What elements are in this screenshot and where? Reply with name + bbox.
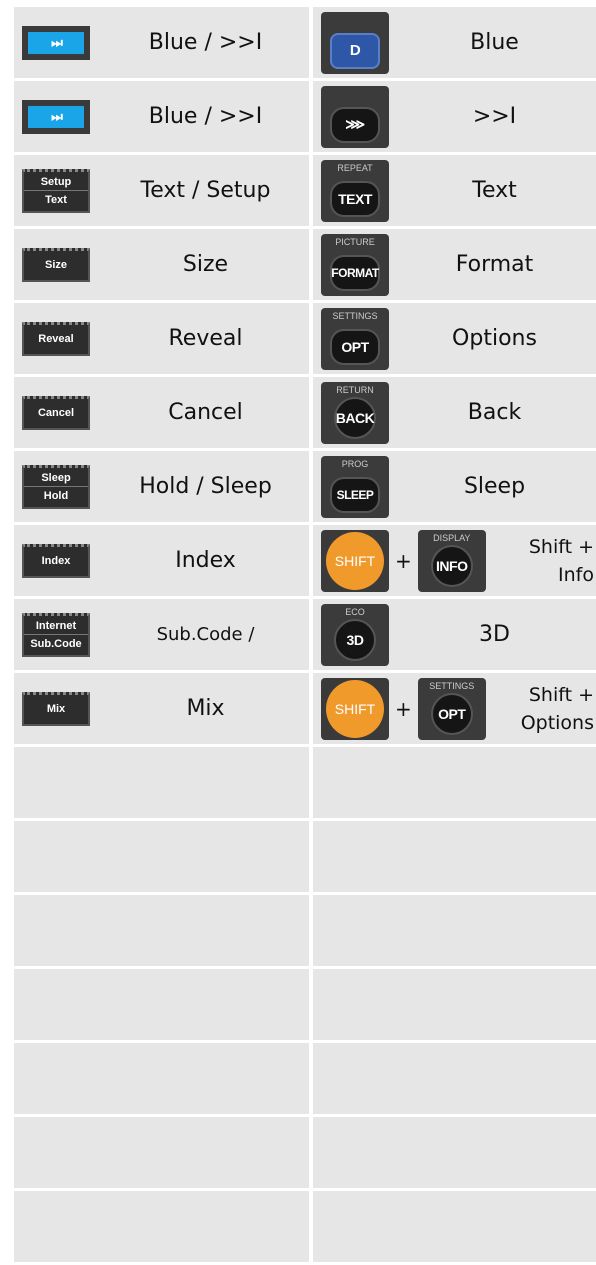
empty-table-row bbox=[14, 1191, 596, 1262]
old-key-label: Blue / >>I bbox=[148, 104, 263, 129]
mix-key-icon: Mix bbox=[22, 691, 90, 726]
empty-cell bbox=[313, 1191, 596, 1262]
internet-subcode-key-icon: Internet Sub.Code bbox=[22, 612, 90, 657]
new-remote-cell: SHIFT + SETTINGS OPT Shift + Options bbox=[313, 673, 596, 744]
reveal-key-icon: Reveal bbox=[22, 321, 90, 356]
format-key-icon: PICTURE FORMAT bbox=[321, 233, 389, 296]
old-key-label: Mix bbox=[186, 696, 225, 721]
options-key-icon: SETTINGS OPT bbox=[417, 677, 486, 740]
old-key-label: Size bbox=[182, 252, 229, 277]
empty-cell bbox=[14, 821, 309, 892]
table-row: Size Size PICTURE FORMAT Format bbox=[14, 229, 596, 300]
cancel-key-icon: Cancel bbox=[22, 395, 90, 430]
old-key-label: Blue / >>I bbox=[148, 30, 263, 55]
old-key-label: Text / Setup bbox=[140, 178, 271, 203]
table-row: ⏭ Blue / >>I ⋙ >>I bbox=[14, 81, 596, 152]
sleep-hold-key-icon: Sleep Hold bbox=[22, 464, 90, 509]
old-remote-cell: Sleep Hold Hold / Sleep bbox=[14, 451, 309, 522]
table-row: Internet Sub.Code Sub.Code / ECO 3D 3D bbox=[14, 599, 596, 670]
shift-key-icon: SHIFT bbox=[321, 677, 389, 740]
options-key-icon: SETTINGS OPT bbox=[321, 307, 389, 370]
new-key-label: Format bbox=[455, 252, 534, 277]
table-row: Setup Text Text / Setup REPEAT TEXT Text bbox=[14, 155, 596, 226]
old-remote-cell: ⏭ Blue / >>I bbox=[14, 81, 309, 152]
new-key-label: >>I bbox=[472, 104, 517, 129]
table-row: Index Index SHIFT + DISPLAY INFO Shift +… bbox=[14, 525, 596, 596]
next-track-blue-key-icon: ⏭ bbox=[22, 99, 90, 134]
empty-cell bbox=[313, 1117, 596, 1188]
old-key-label: Cancel bbox=[168, 400, 243, 425]
empty-cell bbox=[14, 747, 309, 818]
new-remote-cell: PROG SLEEP Sleep bbox=[313, 451, 596, 522]
empty-cell bbox=[313, 969, 596, 1040]
remote-key-mapping-table: ⏭ Blue / >>I D Blue ⏭ Blue / >>I ⋙ >>I S… bbox=[14, 7, 596, 1265]
new-remote-cell: RETURN BACK Back bbox=[313, 377, 596, 448]
empty-table-row bbox=[14, 969, 596, 1040]
blue-d-key-icon: D bbox=[321, 11, 389, 74]
3d-key-icon: ECO 3D bbox=[321, 603, 389, 666]
empty-cell bbox=[313, 747, 596, 818]
new-remote-cell: SHIFT + DISPLAY INFO Shift + Info bbox=[313, 525, 596, 596]
old-remote-cell: Size Size bbox=[14, 229, 309, 300]
skip-forward-key-icon: ⋙ bbox=[321, 85, 389, 148]
table-row: Reveal Reveal SETTINGS OPT Options bbox=[14, 303, 596, 374]
new-remote-cell: ECO 3D 3D bbox=[313, 599, 596, 670]
new-key-label: Options bbox=[452, 326, 537, 351]
next-track-blue-key-icon: ⏭ bbox=[22, 25, 90, 60]
old-key-label: Reveal bbox=[168, 326, 243, 351]
sleep-key-icon: PROG SLEEP bbox=[321, 455, 389, 518]
old-key-label: Hold / Sleep bbox=[139, 474, 272, 499]
old-remote-cell: Reveal Reveal bbox=[14, 303, 309, 374]
empty-cell bbox=[14, 969, 309, 1040]
new-key-label: Back bbox=[467, 400, 522, 425]
empty-cell bbox=[14, 895, 309, 966]
empty-cell bbox=[14, 1191, 309, 1262]
index-key-icon: Index bbox=[22, 543, 90, 578]
new-key-label: Sleep bbox=[463, 474, 526, 499]
new-key-label: 3D bbox=[479, 622, 510, 647]
new-remote-cell: ⋙ >>I bbox=[313, 81, 596, 152]
new-remote-cell: PICTURE FORMAT Format bbox=[313, 229, 596, 300]
key-combination: SHIFT + SETTINGS OPT bbox=[321, 677, 486, 740]
empty-table-row bbox=[14, 821, 596, 892]
empty-table-row bbox=[14, 1043, 596, 1114]
old-remote-cell: ⏭ Blue / >>I bbox=[14, 7, 309, 78]
old-key-label: Index bbox=[175, 548, 236, 573]
setup-text-key-icon: Setup Text bbox=[22, 168, 90, 213]
shift-key-icon: SHIFT bbox=[321, 529, 389, 592]
new-remote-cell: D Blue bbox=[313, 7, 596, 78]
new-key-label: Shift + Options bbox=[520, 683, 594, 734]
old-remote-cell: Mix Mix bbox=[14, 673, 309, 744]
empty-cell bbox=[313, 1043, 596, 1114]
empty-table-row bbox=[14, 895, 596, 966]
empty-table-row bbox=[14, 747, 596, 818]
old-remote-cell: Cancel Cancel bbox=[14, 377, 309, 448]
empty-cell bbox=[14, 1117, 309, 1188]
empty-cell bbox=[313, 895, 596, 966]
old-remote-cell: Index Index bbox=[14, 525, 309, 596]
empty-cell bbox=[14, 1043, 309, 1114]
new-remote-cell: REPEAT TEXT Text bbox=[313, 155, 596, 226]
plus-sign: + bbox=[395, 696, 412, 721]
new-remote-cell: SETTINGS OPT Options bbox=[313, 303, 596, 374]
plus-sign: + bbox=[395, 548, 412, 573]
empty-table-row bbox=[14, 1117, 596, 1188]
back-key-icon: RETURN BACK bbox=[321, 381, 389, 444]
info-key-icon: DISPLAY INFO bbox=[417, 529, 486, 592]
table-row: Mix Mix SHIFT + SETTINGS OPT Shift + Opt… bbox=[14, 673, 596, 744]
old-key-label: Sub.Code / bbox=[156, 624, 255, 645]
new-key-label: Blue bbox=[470, 30, 519, 55]
table-row: ⏭ Blue / >>I D Blue bbox=[14, 7, 596, 78]
table-row: Sleep Hold Hold / Sleep PROG SLEEP Sleep bbox=[14, 451, 596, 522]
text-key-icon: REPEAT TEXT bbox=[321, 159, 389, 222]
size-key-icon: Size bbox=[22, 247, 90, 282]
new-key-label: Shift + Info bbox=[528, 535, 594, 586]
new-key-label: Text bbox=[472, 178, 517, 203]
old-remote-cell: Setup Text Text / Setup bbox=[14, 155, 309, 226]
key-combination: SHIFT + DISPLAY INFO bbox=[321, 529, 486, 592]
empty-cell bbox=[313, 821, 596, 892]
old-remote-cell: Internet Sub.Code Sub.Code / bbox=[14, 599, 309, 670]
table-row: Cancel Cancel RETURN BACK Back bbox=[14, 377, 596, 448]
